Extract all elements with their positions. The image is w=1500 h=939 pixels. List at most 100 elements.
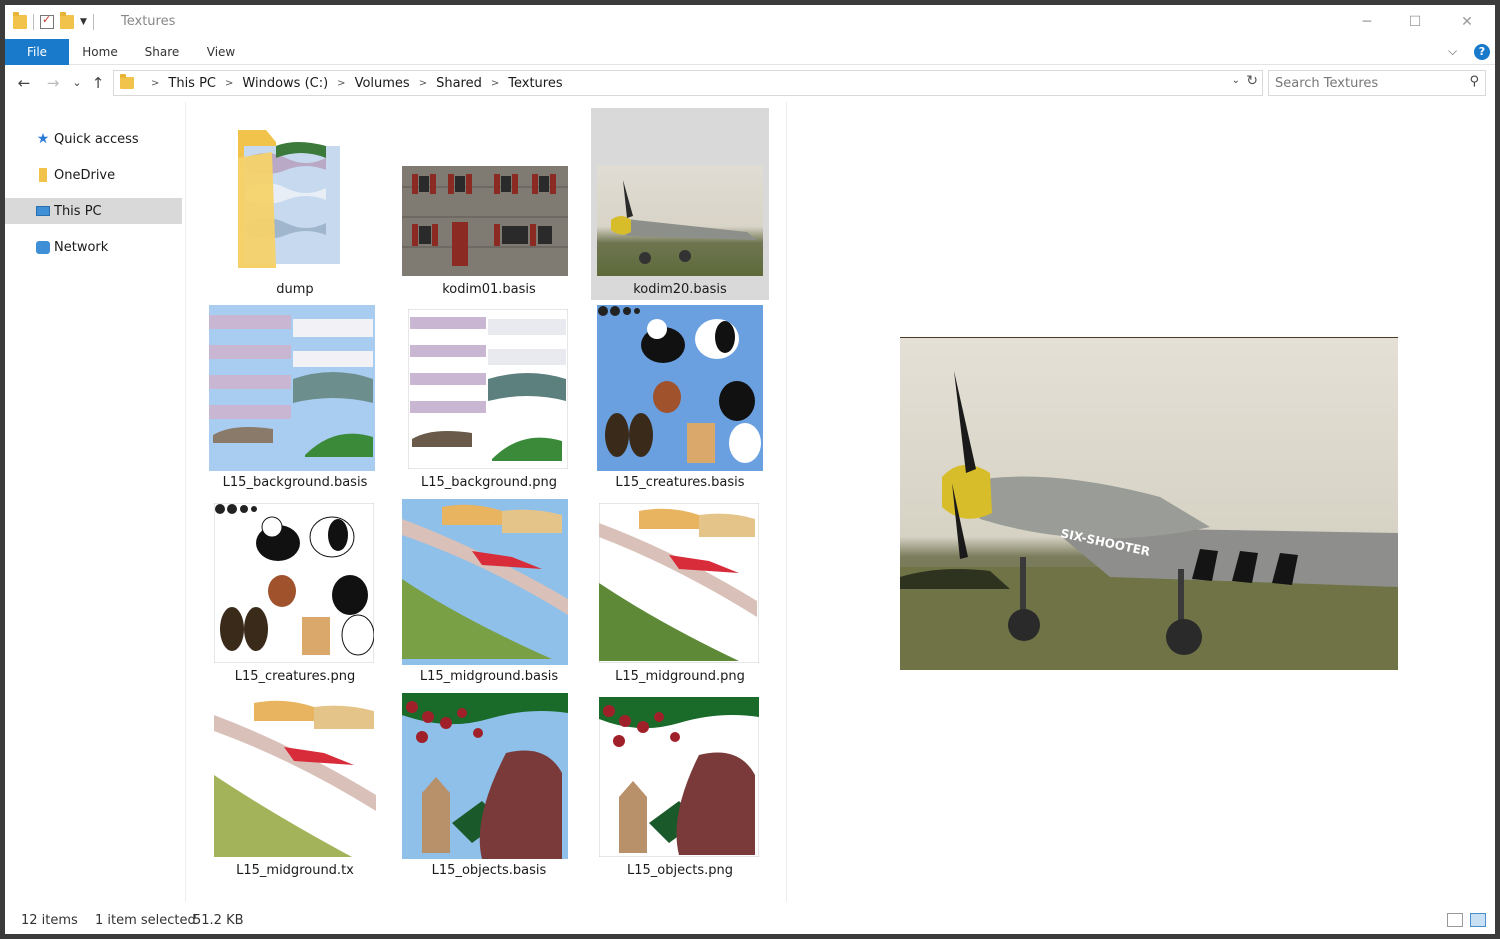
new-folder-icon[interactable] <box>60 12 74 29</box>
sidebar-item-label: This PC <box>54 203 102 219</box>
file-item[interactable]: L15_creatures.png <box>206 495 384 688</box>
quick-access-toolbar: ▼ <box>13 12 94 30</box>
tab-file[interactable]: File <box>5 39 69 65</box>
back-button[interactable]: ← <box>14 74 34 92</box>
image-thumbnail <box>402 166 568 276</box>
aircraft-photo: SIX-SHOOTER <box>900 337 1398 670</box>
file-item[interactable]: L15_background.png <box>400 301 578 494</box>
address-dropdown-icon[interactable]: ⌄ <box>1232 75 1240 86</box>
tab-share[interactable]: Share <box>139 39 185 65</box>
file-item[interactable]: kodim01.basis <box>400 108 578 300</box>
sidebar-item-label: Network <box>54 239 109 255</box>
folder-icon <box>35 167 51 183</box>
preview-edge-line <box>900 337 1398 338</box>
chevron-right-icon[interactable]: > <box>225 78 233 89</box>
ribbon-tabs: File Home Share View ⌵ ? <box>5 39 1495 65</box>
file-name: kodim20.basis <box>633 282 727 297</box>
up-button[interactable]: ↑ <box>88 74 108 92</box>
file-item[interactable]: L15_creatures.basis <box>591 301 769 494</box>
explorer-window: ▼ Textures ─ ☐ ✕ File Home Share View ⌵ … <box>5 5 1495 934</box>
network-icon <box>35 239 51 255</box>
refresh-button[interactable]: ↻ <box>1246 73 1258 89</box>
file-name: L15_objects.png <box>627 863 733 878</box>
search-box[interactable]: ⚲ <box>1268 70 1486 96</box>
file-item[interactable]: L15_midground.png <box>591 495 769 688</box>
maximize-button[interactable]: ☐ <box>1389 5 1441 39</box>
customize-toolbar-chevron-icon[interactable]: ▼ <box>80 17 87 27</box>
file-name: L15_midground.tx <box>236 863 354 878</box>
selection-count: 1 item selected <box>95 913 196 928</box>
file-item[interactable]: L15_objects.basis <box>400 689 578 882</box>
folder-icon[interactable] <box>13 12 27 29</box>
details-view-icon[interactable] <box>1447 913 1463 927</box>
sidebar-item-this-pc[interactable]: This PC <box>5 198 182 224</box>
breadcrumb-this-pc[interactable]: This PC <box>168 76 216 91</box>
selection-size: 51.2 KB <box>193 913 244 928</box>
tab-home[interactable]: Home <box>77 39 123 65</box>
properties-icon[interactable] <box>40 13 54 29</box>
chevron-right-icon[interactable]: > <box>337 78 345 89</box>
expand-ribbon-chevron-icon[interactable]: ⌵ <box>1448 44 1457 59</box>
chevron-right-icon[interactable]: > <box>491 78 499 89</box>
preview-image: SIX-SHOOTER <box>900 337 1398 670</box>
image-thumbnail <box>599 503 759 663</box>
breadcrumb-windows-c[interactable]: Windows (C:) <box>242 76 328 91</box>
minimize-button[interactable]: ─ <box>1341 5 1393 39</box>
help-icon[interactable]: ? <box>1474 44 1490 60</box>
file-item[interactable]: L15_midground.tx <box>206 689 384 882</box>
chevron-right-icon: > <box>151 77 160 89</box>
file-name: L15_creatures.png <box>234 669 356 684</box>
file-name: L15_midground.basis <box>419 669 559 684</box>
search-input[interactable] <box>1275 74 1455 92</box>
navigation-bar: ← → ⌄ ↑ > This PC > Windows (C:) > Volum… <box>5 66 1495 102</box>
close-button[interactable]: ✕ <box>1441 5 1493 39</box>
image-thumbnail <box>214 695 376 857</box>
sidebar-item-label: Quick access <box>54 131 139 147</box>
image-thumbnail <box>209 305 375 471</box>
navigation-pane: ★ Quick access OneDrive This PC Network <box>5 102 185 902</box>
file-item[interactable]: L15_background.basis <box>206 301 384 494</box>
breadcrumb: > This PC > Windows (C:) > Volumes > Sha… <box>142 71 563 95</box>
folder-icon <box>120 74 134 89</box>
file-name: L15_background.png <box>420 475 558 490</box>
item-count: 12 items <box>21 913 78 928</box>
address-bar[interactable]: > This PC > Windows (C:) > Volumes > Sha… <box>113 70 1263 96</box>
status-bar: 12 items 1 item selected 51.2 KB <box>5 909 1495 934</box>
image-thumbnail <box>597 166 763 276</box>
file-name: dump <box>276 282 314 297</box>
image-thumbnail <box>408 309 568 469</box>
sidebar-item-onedrive[interactable]: OneDrive <box>5 162 182 188</box>
large-icons-view-icon[interactable] <box>1470 913 1486 927</box>
tab-view[interactable]: View <box>201 39 241 65</box>
title-bar: ▼ Textures ─ ☐ ✕ <box>5 5 1495 39</box>
breadcrumb-volumes[interactable]: Volumes <box>355 76 410 91</box>
breadcrumb-textures[interactable]: Textures <box>508 76 562 91</box>
image-thumbnail <box>214 503 374 663</box>
search-icon[interactable]: ⚲ <box>1469 74 1479 89</box>
file-name: L15_midground.png <box>615 669 745 684</box>
computer-icon <box>35 203 51 219</box>
file-item[interactable]: dump <box>206 108 384 300</box>
file-item[interactable]: L15_midground.basis <box>400 495 578 688</box>
pane-divider[interactable] <box>185 102 186 902</box>
forward-button[interactable]: → <box>43 74 63 92</box>
image-thumbnail <box>597 305 763 471</box>
file-name: L15_objects.basis <box>431 863 547 878</box>
star-icon: ★ <box>36 131 50 147</box>
breadcrumb-shared[interactable]: Shared <box>436 76 482 91</box>
preview-divider[interactable] <box>786 102 787 902</box>
file-item-selected[interactable]: kodim20.basis <box>591 108 769 300</box>
sidebar-item-label: OneDrive <box>54 167 116 183</box>
file-item[interactable]: L15_objects.png <box>591 689 769 882</box>
recent-locations-button[interactable]: ⌄ <box>67 76 87 89</box>
file-name: L15_background.basis <box>222 475 368 490</box>
file-name: kodim01.basis <box>442 282 536 297</box>
sidebar-item-quick-access[interactable]: ★ Quick access <box>5 126 182 152</box>
image-thumbnail <box>402 693 568 859</box>
toolbar-divider <box>33 14 34 30</box>
window-title: Textures <box>121 14 176 29</box>
chevron-right-icon[interactable]: > <box>419 78 427 89</box>
image-thumbnail <box>599 697 759 857</box>
sidebar-item-network[interactable]: Network <box>5 234 182 260</box>
toolbar-divider <box>92 14 94 30</box>
